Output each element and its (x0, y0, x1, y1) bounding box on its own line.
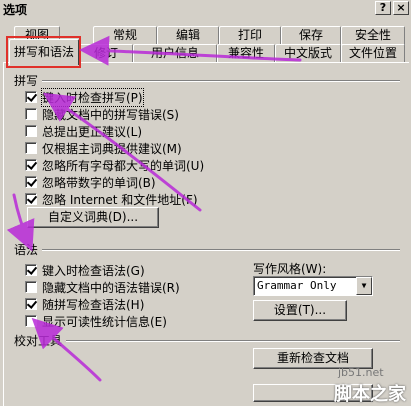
custom-dictionaries-button[interactable]: 自定义词典(D)... (27, 207, 159, 228)
check-grammar-with-spelling-checkbox[interactable] (25, 298, 37, 310)
hide-grammar-errors-checkbox[interactable] (25, 281, 37, 293)
readability-statistics-label: 显示可读性统计信息(E) (42, 315, 167, 329)
tab-print[interactable]: 打印 (219, 26, 281, 45)
always-suggest-label: 总提出更正建议(L) (42, 125, 143, 139)
spelling-divider (42, 80, 400, 82)
watermark-site: jb51.net (338, 366, 384, 379)
check-spelling-as-you-type-checkbox[interactable] (25, 91, 37, 103)
main-dictionary-only-label: 仅根据主词典提供建议(M) (42, 142, 182, 156)
tab-user-info[interactable]: 用户信息 (133, 44, 217, 63)
hide-grammar-errors-label: 隐藏文档中的语法错误(R) (42, 281, 180, 295)
help-icon[interactable]: ? (375, 1, 391, 15)
check-spelling-as-you-type-label: 键入时检查拼写(P) (41, 88, 144, 107)
tab-compatibility[interactable]: 兼容性 (217, 44, 275, 63)
tab-edit[interactable]: 编辑 (157, 26, 219, 45)
title-bar: 选项 ? × (0, 0, 411, 18)
spelling-group-label: 拼写 (14, 74, 39, 88)
grammar-divider (42, 249, 400, 251)
tab-save[interactable]: 保存 (281, 26, 341, 45)
ignore-uppercase-checkbox[interactable] (25, 159, 37, 171)
tab-file-locations[interactable]: 文件位置 (341, 44, 405, 63)
ignore-numbers-checkbox[interactable] (25, 176, 37, 188)
writing-style-label: 写作风格(W): (253, 262, 327, 276)
tab-general[interactable]: 常规 (93, 26, 157, 45)
hide-spelling-errors-label: 隐藏文档中的拼写错误(S) (42, 108, 179, 122)
proofing-divider (66, 340, 400, 342)
watermark-brand: 脚本之家 (334, 384, 406, 405)
writing-style-value: Grammar Only (257, 279, 337, 292)
ignore-internet-addresses-checkbox[interactable] (25, 193, 37, 205)
tab-track-changes[interactable]: 修订 (79, 44, 133, 63)
ignore-internet-addresses-label: 忽略 Internet 和文件地址(F) (42, 193, 198, 207)
check-grammar-as-you-type-checkbox[interactable] (25, 264, 37, 276)
ignore-numbers-label: 忽略带数字的单词(B) (42, 176, 156, 190)
highlight-box (6, 36, 81, 68)
always-suggest-checkbox[interactable] (25, 125, 37, 137)
writing-style-select[interactable]: Grammar Only ▼ (253, 276, 373, 296)
window-title: 选项 (3, 3, 28, 17)
tab-security[interactable]: 安全性 (341, 26, 405, 45)
chevron-down-icon[interactable]: ▼ (356, 277, 372, 295)
grammar-settings-button[interactable]: 设置(T)... (253, 300, 347, 321)
main-dictionary-only-checkbox[interactable] (25, 142, 37, 154)
check-grammar-with-spelling-label: 随拼写检查语法(H) (42, 298, 145, 312)
tab-chinese-layout[interactable]: 中文版式 (275, 44, 341, 63)
check-grammar-as-you-type-label: 键入时检查语法(G) (42, 264, 145, 278)
readability-statistics-checkbox[interactable] (25, 315, 37, 327)
ignore-uppercase-label: 忽略所有字母都大写的单词(U) (42, 159, 205, 173)
hide-spelling-errors-checkbox[interactable] (25, 108, 37, 120)
close-icon[interactable]: × (393, 1, 409, 15)
proofing-tools-label: 校对工具 (14, 334, 63, 348)
grammar-group-label: 语法 (14, 243, 39, 257)
